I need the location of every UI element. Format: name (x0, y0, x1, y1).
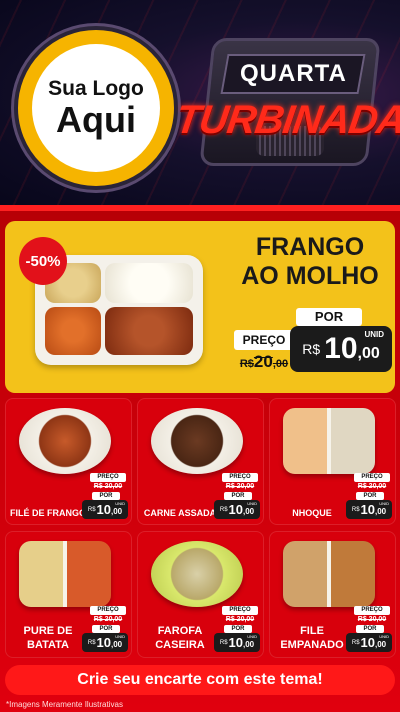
dish-image (283, 541, 375, 607)
currency: R$ (219, 506, 228, 513)
por-label: POR (224, 492, 252, 500)
badge-title: TURBINADA (172, 97, 400, 142)
price-cent: ,00 (375, 639, 387, 649)
currency: R$ (351, 639, 360, 646)
product-name: CARNE ASSADA (143, 508, 217, 518)
dish-image (151, 408, 243, 474)
flyer: Sua Logo Aqui QUARTA TURBINADA -50% FRAN… (0, 0, 400, 712)
por-label: POR (92, 492, 120, 500)
price-int: 10 (360, 502, 375, 517)
price-cent: ,00 (243, 639, 255, 649)
logo-circle: Sua Logo Aqui (32, 44, 160, 172)
product-price: PREÇO R$ 20,00 POR R$ 10,00 UNID (82, 473, 128, 519)
price-cent: ,00 (111, 506, 123, 516)
preco-label: PREÇO (354, 606, 390, 615)
old-price: R$ 20,00 (225, 483, 255, 490)
product-name: NHOQUE (292, 508, 332, 518)
preco-label: PREÇO (354, 473, 390, 482)
footnote: *Imagens Meramente Ilustrativas (6, 700, 123, 709)
por-label: POR (224, 625, 252, 633)
featured-title-line-2: AO MOLHO (241, 262, 379, 290)
new-price: R$ 10,00 UNID (346, 500, 392, 519)
product-card[interactable]: NHOQUE PREÇO R$ 20,00 POR R$ 10,00 UNID (269, 398, 396, 525)
product-price: PREÇO R$ 20,00 POR R$ 10,00 UNID (82, 606, 128, 652)
por-label: POR (356, 492, 384, 500)
product-card[interactable]: FILE EMPANADO PREÇO R$ 20,00 POR R$ 10,00 UNID (269, 531, 396, 658)
product-price: PREÇO R$ 20,00 POR R$ 10,00 UNID (346, 473, 392, 519)
currency: R$ (87, 506, 96, 513)
price-int: 10 (228, 635, 243, 650)
unit-label: UNID (364, 330, 384, 339)
logo-line-2: Aqui (56, 99, 136, 140)
featured-price: POR PREÇO R$20,00 R$ 10 ,00 UNID (234, 308, 394, 374)
product-price: PREÇO R$ 20,00 POR R$ 10,00 UNID (346, 606, 392, 652)
por-label: POR (92, 625, 120, 633)
unit-label: UNID (379, 501, 389, 506)
old-price: R$ 20,00 (93, 483, 123, 490)
price-int: 10 (96, 502, 111, 517)
por-label: POR (296, 308, 362, 326)
logo-line-1: Sua Logo (48, 77, 144, 100)
price-int: 10 (96, 635, 111, 650)
product-price: PREÇO R$ 20,00 POR R$ 10,00 UNID (214, 606, 260, 652)
old-price: R$ 20,00 (225, 616, 255, 623)
featured-title-line-1: FRANGO (255, 233, 365, 261)
preco-label: PREÇO (222, 606, 258, 615)
product-card[interactable]: FAROFA CASEIRA PREÇO R$ 20,00 POR R$ 10,00 UNI… (137, 531, 264, 658)
new-price: R$ 10,00 UNID (214, 633, 260, 652)
featured-title: FRANGO AO MOLHO (235, 233, 385, 291)
por-label: POR (356, 625, 384, 633)
product-name: FAROFA CASEIRA (155, 625, 205, 651)
old-price: R$ 20,00 (93, 616, 123, 623)
cta-button[interactable]: Crie seu encarte com este tema! (5, 665, 395, 695)
new-price: R$ 10,00 UNID (214, 500, 260, 519)
price-cent: ,00 (243, 506, 255, 516)
currency: R$ (302, 341, 321, 357)
discount-badge: -50% (19, 237, 67, 285)
price-int: 10 (360, 635, 375, 650)
product-card[interactable]: CARNE ASSADA PREÇO R$ 20,00 POR R$ 10,00 UNID (137, 398, 264, 525)
tray-compartment (45, 307, 101, 355)
price-cent: ,00 (111, 639, 123, 649)
product-name: FILÉ DE FRANGO (10, 508, 86, 518)
unit-label: UNID (115, 634, 125, 639)
product-name: FILE EMPANADO (280, 625, 344, 651)
unit-label: UNID (379, 634, 389, 639)
currency: R$ (87, 639, 96, 646)
price-int: 10 (324, 332, 358, 365)
price-cent: ,00 (375, 506, 387, 516)
preco-label: PREÇO (90, 473, 126, 482)
preco-label: PREÇO (234, 330, 294, 350)
dish-image (19, 541, 111, 607)
dish-image (19, 408, 111, 474)
new-price: R$ 10,00 UNID (82, 633, 128, 652)
logo-placeholder[interactable]: Sua Logo Aqui (14, 26, 178, 190)
price-cent: ,00 (357, 345, 380, 362)
old-price: R$20,00 (239, 352, 289, 371)
badge-day-label: QUARTA (220, 54, 366, 94)
new-price: R$ 10 ,00 UNID (290, 326, 392, 372)
old-price: R$ 20,00 (357, 483, 387, 490)
currency: R$ (219, 639, 228, 646)
unit-label: UNID (247, 634, 257, 639)
promo-badge: QUARTA TURBINADA (172, 30, 400, 170)
header-banner: Sua Logo Aqui QUARTA TURBINADA (0, 0, 400, 210)
preco-label: PREÇO (222, 473, 258, 482)
currency: R$ (351, 506, 360, 513)
tray-compartment (105, 263, 193, 303)
price-int: 10 (228, 502, 243, 517)
tray-compartment (105, 307, 193, 355)
product-card[interactable]: PURE DE BATATA PREÇO R$ 20,00 POR R$ 10,00 UNI… (5, 531, 132, 658)
unit-label: UNID (115, 501, 125, 506)
product-card[interactable]: FILÉ DE FRANGO PREÇO R$ 20,00 POR R$ 10,00 UNI… (5, 398, 132, 525)
product-price: PREÇO R$ 20,00 POR R$ 10,00 UNID (214, 473, 260, 519)
dish-image (283, 408, 375, 474)
new-price: R$ 10,00 UNID (82, 500, 128, 519)
unit-label: UNID (247, 501, 257, 506)
product-name: PURE DE BATATA (23, 625, 73, 651)
new-price: R$ 10,00 UNID (346, 633, 392, 652)
dish-image (151, 541, 243, 607)
preco-label: PREÇO (90, 606, 126, 615)
old-price: R$ 20,00 (357, 616, 387, 623)
